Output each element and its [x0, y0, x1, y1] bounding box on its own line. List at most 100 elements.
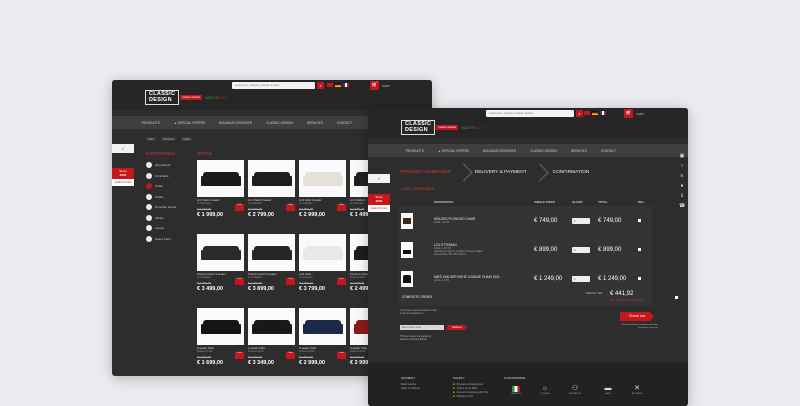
- crumb-start[interactable]: Start: [146, 137, 156, 141]
- delete-checkbox[interactable]: [638, 219, 641, 222]
- category-icon: [146, 225, 152, 232]
- category-item[interactable]: Chairs: [146, 192, 186, 203]
- product-card[interactable]: LC3 Sofa 3 seater Le Corbusier € 3 899,00 €…: [299, 160, 347, 234]
- category-item[interactable]: Armchairs: [146, 171, 186, 182]
- product-thumbnail[interactable]: [401, 212, 413, 229]
- delete-checkbox[interactable]: [638, 248, 641, 251]
- nav-special-offers[interactable]: ▲ SPECIAL OFFERS: [174, 121, 205, 125]
- search-icon[interactable]: ⌕: [317, 82, 324, 89]
- product-image[interactable]: [248, 308, 295, 345]
- product-price: € 3 499,00: [197, 286, 223, 293]
- nav-products[interactable]: PRODUCTS: [142, 121, 160, 125]
- product-card[interactable]: Lobi Sofa Le Corbusier € 4 699,00 € 3 799,0…: [299, 234, 347, 308]
- search-icon[interactable]: ⌕: [576, 110, 583, 117]
- sale-badge: Sale: [286, 278, 295, 285]
- flag-dk-icon[interactable]: [327, 83, 333, 87]
- flag-de-icon[interactable]: [335, 83, 341, 87]
- footer: PAYMENT Bank transfer Cash on delivery S…: [368, 363, 688, 406]
- product-price: € 1 999,00: [197, 212, 223, 219]
- crumb-products[interactable]: Products: [160, 137, 176, 141]
- fire-icon: ▲: [437, 148, 442, 153]
- product-image[interactable]: [299, 160, 346, 197]
- search-input[interactable]: Insert item, category, article number: [486, 110, 574, 117]
- flag-fr-icon[interactable]: [600, 111, 606, 115]
- sofa-picture: [302, 319, 343, 334]
- nav-services[interactable]: SERVICES: [307, 121, 323, 125]
- product-card[interactable]: 2-seater Sofa Florence Knoll € 3 899,00 € 2…: [299, 308, 347, 376]
- step-confirmation[interactable]: CONFIRMATION: [553, 170, 590, 175]
- search-input[interactable]: Insert item, category, article number: [232, 82, 315, 89]
- nav-contact[interactable]: CONTACT: [337, 121, 352, 125]
- nav-services[interactable]: SERVICES: [571, 149, 587, 153]
- side-toolbar: ▣ ○ ≡ ● ℹ ☎: [679, 154, 685, 209]
- cart-button[interactable]: 🛒︎ CART: [624, 109, 644, 118]
- category-item[interactable]: Sofas: [146, 181, 186, 192]
- category-icon: [146, 183, 152, 190]
- nav-contact[interactable]: CONTACT: [601, 149, 616, 153]
- cart-row: LC3 OTTOMAN Article: LC3 OT Upholstery o…: [398, 235, 652, 264]
- product-image[interactable]: [248, 160, 295, 197]
- phone-icon[interactable]: ☎: [679, 204, 685, 209]
- nav-special-offers[interactable]: ▲ SPECIAL OFFERS: [438, 149, 469, 153]
- sofa-picture: [302, 171, 343, 186]
- category-item[interactable]: Spare Parts: [146, 234, 186, 245]
- nav-classic[interactable]: CLASSIC DESIGN: [530, 149, 557, 153]
- promo-section: If you have received a promo code, it ca…: [400, 309, 500, 341]
- flag-dk-icon[interactable]: [584, 111, 590, 115]
- product-image[interactable]: [299, 234, 346, 271]
- logo-badge: modern classics: [180, 95, 203, 100]
- info-icon[interactable]: ℹ: [679, 194, 685, 199]
- product-card[interactable]: Grand Confort 3-seater Le Corbusier € 4 49…: [197, 234, 245, 308]
- product-card[interactable]: Grand Confort 3-seater Le Corbusier € 4 29…: [248, 234, 296, 308]
- delete-checkbox[interactable]: [638, 277, 641, 280]
- ribbon-text: Quality Promise: [368, 205, 390, 213]
- payment-title: PAYMENT: [401, 376, 416, 380]
- brand-logo[interactable]: CLASSIC DESIGN modern classics MADE IN I…: [401, 120, 484, 135]
- product-image[interactable]: [197, 308, 244, 345]
- list-icon[interactable]: ≡: [679, 174, 685, 179]
- col-image: [398, 198, 434, 206]
- product-card[interactable]: LC2 Sofa 3 seater Le Corbusier € 2 199,00 €…: [197, 160, 245, 234]
- checkout-button[interactable]: Check out: [620, 312, 654, 321]
- step-delivery-payment[interactable]: DELIVERY & PAYMENT: [475, 170, 527, 175]
- cart-icon[interactable]: ▣: [679, 154, 685, 159]
- sale-badge: Sale: [337, 204, 346, 211]
- category-item[interactable]: All products: [146, 160, 186, 171]
- product-card[interactable]: LC 3 Sofa 3 seater Le Corbusier € 3 299,00…: [248, 160, 296, 234]
- step-product-overview[interactable]: PRODUCT OVERVIEW: [400, 170, 451, 175]
- product-image[interactable]: [197, 160, 244, 197]
- italy-flag-icon: MADE IN: [509, 385, 523, 395]
- quantity-input[interactable]: 1: [572, 275, 590, 282]
- flag-de-icon[interactable]: [592, 111, 598, 115]
- redeem-button[interactable]: Redeem: [447, 325, 467, 330]
- nav-products[interactable]: PRODUCTS: [406, 149, 424, 153]
- quantity-input[interactable]: 1: [572, 246, 590, 253]
- category-item[interactable]: Armchair Group: [146, 202, 186, 213]
- cart-button[interactable]: 🛒︎ CART: [370, 81, 390, 90]
- user-icon[interactable]: ●: [679, 184, 685, 189]
- product-card[interactable]: 2-seater Sofa Florence Knoll € 3 999,00 € 3…: [248, 308, 296, 376]
- product-card[interactable]: 3-seater Sofa Florence Knoll € 2 399,00 € 1…: [197, 308, 245, 376]
- nav-bauhaus[interactable]: BAUHAUS DESIGNER: [219, 121, 252, 125]
- product-thumbnail[interactable]: [401, 241, 413, 258]
- complete-delete-checkbox[interactable]: [675, 296, 678, 299]
- flag-fr-icon[interactable]: [343, 83, 349, 87]
- product-image[interactable]: [248, 234, 295, 271]
- product-image[interactable]: [299, 308, 346, 345]
- nav-classic[interactable]: CLASSIC DESIGN: [266, 121, 293, 125]
- product-price: € 1 699,00: [197, 360, 223, 367]
- quantity-input[interactable]: 1: [572, 217, 590, 224]
- product-thumbnail[interactable]: [401, 270, 413, 287]
- category-label: Spare Parts: [155, 236, 171, 241]
- category-item[interactable]: Lamps: [146, 223, 186, 234]
- category-item[interactable]: Tables: [146, 213, 186, 224]
- crumb-sofas[interactable]: Sofas: [180, 137, 193, 141]
- promo-code-input[interactable]: Enter promo code: [400, 325, 444, 330]
- nav-bauhaus[interactable]: BAUHAUS DESIGNER: [483, 149, 516, 153]
- category-icon: [146, 162, 152, 169]
- product-image[interactable]: [197, 234, 244, 271]
- logo-box: CLASSIC DESIGN: [145, 90, 180, 105]
- cart-icon: 🛒︎: [624, 109, 633, 118]
- search-icon[interactable]: ○: [679, 164, 685, 169]
- brand-logo[interactable]: CLASSIC DESIGN modern classics MADE IN I…: [145, 90, 228, 105]
